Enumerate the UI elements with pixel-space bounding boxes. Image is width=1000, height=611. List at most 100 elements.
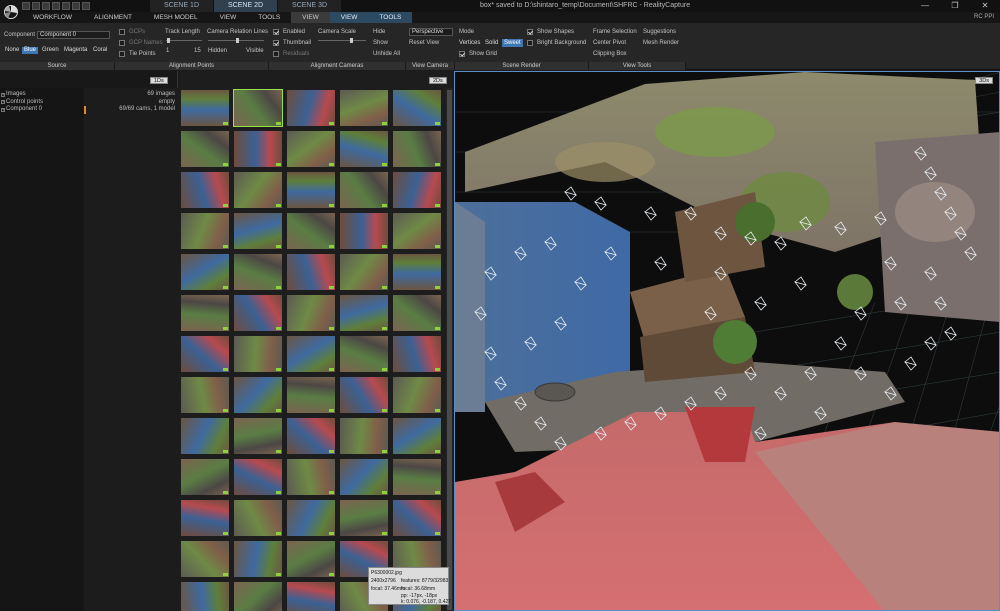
image-thumbnail[interactable] <box>233 89 283 127</box>
expand-icon[interactable]: + <box>1 92 5 97</box>
image-thumbnail[interactable] <box>340 459 388 495</box>
camera-frustum-icon[interactable] <box>753 296 767 311</box>
camera-scale-slider[interactable] <box>318 38 366 43</box>
gcps-checkbox[interactable] <box>119 29 125 35</box>
tree-item-images[interactable]: + Images <box>0 91 83 99</box>
image-thumbnail[interactable] <box>340 90 388 126</box>
image-thumbnail[interactable] <box>393 90 441 126</box>
color-coral-button[interactable]: Coral <box>91 47 109 54</box>
image-thumbnail[interactable] <box>234 582 282 611</box>
image-thumbnail[interactable] <box>393 459 441 495</box>
image-thumbnail[interactable] <box>287 377 335 413</box>
layout-icon[interactable] <box>72 2 80 10</box>
layout-icon[interactable] <box>82 2 90 10</box>
images-scrollbar[interactable] <box>446 88 453 611</box>
image-thumbnail[interactable] <box>393 213 441 249</box>
image-thumbnail[interactable] <box>287 254 335 290</box>
suggestions-button[interactable]: Suggestions <box>643 29 676 35</box>
image-thumbnail[interactable] <box>393 131 441 167</box>
image-thumbnail[interactable] <box>287 582 335 611</box>
slider-knob[interactable] <box>236 38 239 43</box>
image-thumbnail[interactable] <box>287 418 335 454</box>
expand-icon[interactable]: + <box>1 107 5 112</box>
close-button[interactable]: ✕ <box>970 0 1000 12</box>
image-thumbnail[interactable] <box>287 90 335 126</box>
image-thumbnail[interactable] <box>340 336 388 372</box>
image-thumbnail[interactable] <box>234 336 282 372</box>
image-thumbnail[interactable] <box>181 295 229 331</box>
image-thumbnail[interactable] <box>287 131 335 167</box>
camera-frustum-icon[interactable] <box>653 256 667 271</box>
tab-scene-1d[interactable]: SCENE 1D <box>150 0 215 12</box>
image-thumbnail[interactable] <box>287 541 335 577</box>
image-thumbnail[interactable] <box>393 500 441 536</box>
image-thumbnail[interactable] <box>234 500 282 536</box>
tab-scene-3d[interactable]: SCENE 3D <box>278 0 343 12</box>
layout-icon[interactable] <box>52 2 60 10</box>
image-thumbnail[interactable] <box>181 172 229 208</box>
tab-scene-2d[interactable]: SCENE 2D <box>214 0 279 12</box>
image-thumbnail[interactable] <box>340 295 388 331</box>
image-thumbnail[interactable] <box>393 336 441 372</box>
image-thumbnail[interactable] <box>181 541 229 577</box>
mode-vertices-button[interactable]: Vertices <box>457 39 482 47</box>
camera-frustum-icon[interactable] <box>793 276 807 291</box>
image-thumbnail[interactable] <box>340 500 388 536</box>
color-magenta-button[interactable]: Magenta <box>62 47 89 54</box>
thumbnail-checkbox[interactable] <box>273 40 279 46</box>
image-thumbnail[interactable] <box>181 90 229 126</box>
image-thumbnail[interactable] <box>181 213 229 249</box>
camera-frustum-icon[interactable] <box>903 356 917 371</box>
image-thumbnail[interactable] <box>340 377 388 413</box>
image-thumbnail[interactable] <box>393 418 441 454</box>
layout-icon[interactable] <box>62 2 70 10</box>
image-thumbnail[interactable] <box>340 418 388 454</box>
menu-alignment[interactable]: ALIGNMENT <box>83 12 143 23</box>
menu-3d-tools[interactable]: TOOLS <box>368 12 413 23</box>
image-thumbnail[interactable] <box>287 500 335 536</box>
image-thumbnail[interactable] <box>393 295 441 331</box>
camera-frustum-icon[interactable] <box>943 326 957 341</box>
layout-icon[interactable] <box>42 2 50 10</box>
image-thumbnail[interactable] <box>234 213 282 249</box>
menu-2d-view[interactable]: VIEW <box>291 12 330 23</box>
hide-button[interactable]: Hide <box>373 29 385 35</box>
tie-points-checkbox[interactable] <box>119 51 125 57</box>
scrollbar-thumb[interactable] <box>447 90 452 610</box>
component-select[interactable]: Component 0 <box>37 31 110 39</box>
menu-view[interactable]: VIEW <box>209 12 248 23</box>
slider-knob[interactable] <box>350 38 353 43</box>
enabled-checkbox[interactable] <box>273 29 279 35</box>
image-thumbnail[interactable] <box>181 582 229 611</box>
image-thumbnail[interactable] <box>234 459 282 495</box>
show-shapes-checkbox[interactable] <box>527 29 533 35</box>
menu-3d-view[interactable]: VIEW <box>329 12 369 23</box>
color-green-button[interactable]: Green <box>40 47 61 54</box>
image-thumbnail[interactable] <box>287 459 335 495</box>
image-thumbnail[interactable] <box>340 172 388 208</box>
projection-select[interactable]: Perspective <box>409 28 453 36</box>
image-thumbnail[interactable] <box>340 254 388 290</box>
image-thumbnail[interactable] <box>287 295 335 331</box>
image-thumbnail[interactable] <box>181 459 229 495</box>
image-thumbnail[interactable] <box>181 500 229 536</box>
image-thumbnail[interactable] <box>340 131 388 167</box>
image-thumbnail[interactable] <box>234 418 282 454</box>
camera-frustum-icon[interactable] <box>643 206 657 221</box>
image-thumbnail[interactable] <box>181 254 229 290</box>
relation-lines-slider[interactable] <box>208 38 264 43</box>
expand-icon[interactable]: + <box>1 100 5 104</box>
camera-frustum-icon[interactable] <box>563 186 577 201</box>
image-thumbnail[interactable] <box>287 213 335 249</box>
image-thumbnail[interactable] <box>234 254 282 290</box>
image-thumbnail[interactable] <box>234 541 282 577</box>
track-length-slider[interactable] <box>166 38 202 43</box>
maximize-button[interactable]: ❐ <box>940 0 970 12</box>
image-thumbnail[interactable] <box>287 336 335 372</box>
3d-viewport[interactable]: 3Ds <box>454 71 1000 611</box>
app-logo-icon[interactable] <box>0 0 22 23</box>
image-thumbnail[interactable] <box>234 295 282 331</box>
layout-icon[interactable] <box>22 2 30 10</box>
image-thumbnail[interactable] <box>234 377 282 413</box>
menu-workflow[interactable]: WORKFLOW <box>22 12 83 23</box>
